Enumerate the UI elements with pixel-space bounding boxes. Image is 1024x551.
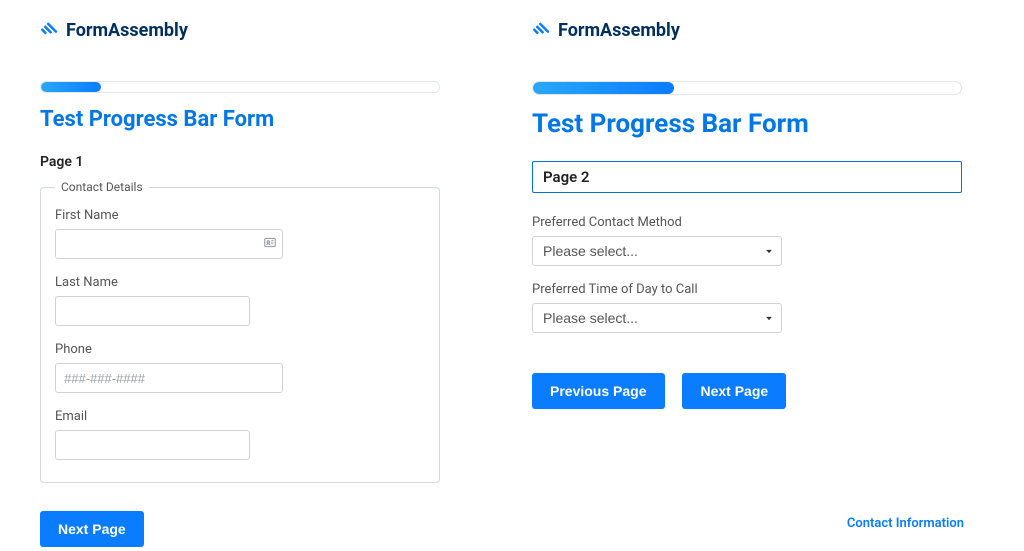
brand-logo: FormAssembly — [40, 20, 452, 41]
next-page-button[interactable]: Next Page — [40, 511, 144, 547]
email-label: Email — [55, 409, 425, 424]
form-title: Test Progress Bar Form — [40, 107, 452, 132]
brand-name: FormAssembly — [66, 20, 188, 41]
nav-row: Next Page — [40, 511, 452, 547]
first-name-input[interactable] — [55, 229, 283, 259]
contact-method-select[interactable]: Please select... — [532, 236, 782, 266]
progress-bar — [532, 81, 962, 95]
formassembly-icon — [40, 21, 60, 41]
progress-bar — [40, 81, 440, 93]
progress-fill — [533, 82, 674, 94]
last-name-input[interactable] — [55, 296, 250, 326]
page1-panel: FormAssembly Test Progress Bar Form Page… — [0, 0, 512, 551]
contact-method-block: Preferred Contact Method Please select..… — [532, 215, 782, 266]
next-page-button[interactable]: Next Page — [682, 373, 786, 409]
formassembly-icon — [532, 21, 552, 41]
first-name-label: First Name — [55, 208, 425, 223]
contact-details-group: Contact Details First Name Last Name — [40, 180, 440, 483]
nav-row: Previous Page Next Page — [532, 373, 964, 409]
email-block: Email — [55, 409, 425, 460]
brand-logo: FormAssembly — [532, 20, 964, 41]
form-title: Test Progress Bar Form — [532, 109, 964, 139]
group-legend: Contact Details — [55, 180, 149, 194]
contact-information-link[interactable]: Contact Information — [847, 516, 964, 531]
page-label: Page 2 — [543, 168, 590, 186]
brand-name: FormAssembly — [558, 20, 680, 41]
page2-panel: FormAssembly Test Progress Bar Form Page… — [512, 0, 1024, 551]
page-label: Page 1 — [40, 154, 452, 170]
page-label-box: Page 2 — [532, 161, 962, 193]
call-time-block: Preferred Time of Day to Call Please sel… — [532, 282, 782, 333]
last-name-label: Last Name — [55, 275, 425, 290]
first-name-block: First Name — [55, 208, 425, 259]
phone-input[interactable] — [55, 363, 283, 393]
last-name-block: Last Name — [55, 275, 425, 326]
phone-block: Phone — [55, 342, 425, 393]
progress-fill — [41, 82, 101, 92]
call-time-select[interactable]: Please select... — [532, 303, 782, 333]
contact-method-label: Preferred Contact Method — [532, 215, 782, 230]
call-time-label: Preferred Time of Day to Call — [532, 282, 782, 297]
email-input[interactable] — [55, 430, 250, 460]
previous-page-button[interactable]: Previous Page — [532, 373, 665, 409]
phone-label: Phone — [55, 342, 425, 357]
